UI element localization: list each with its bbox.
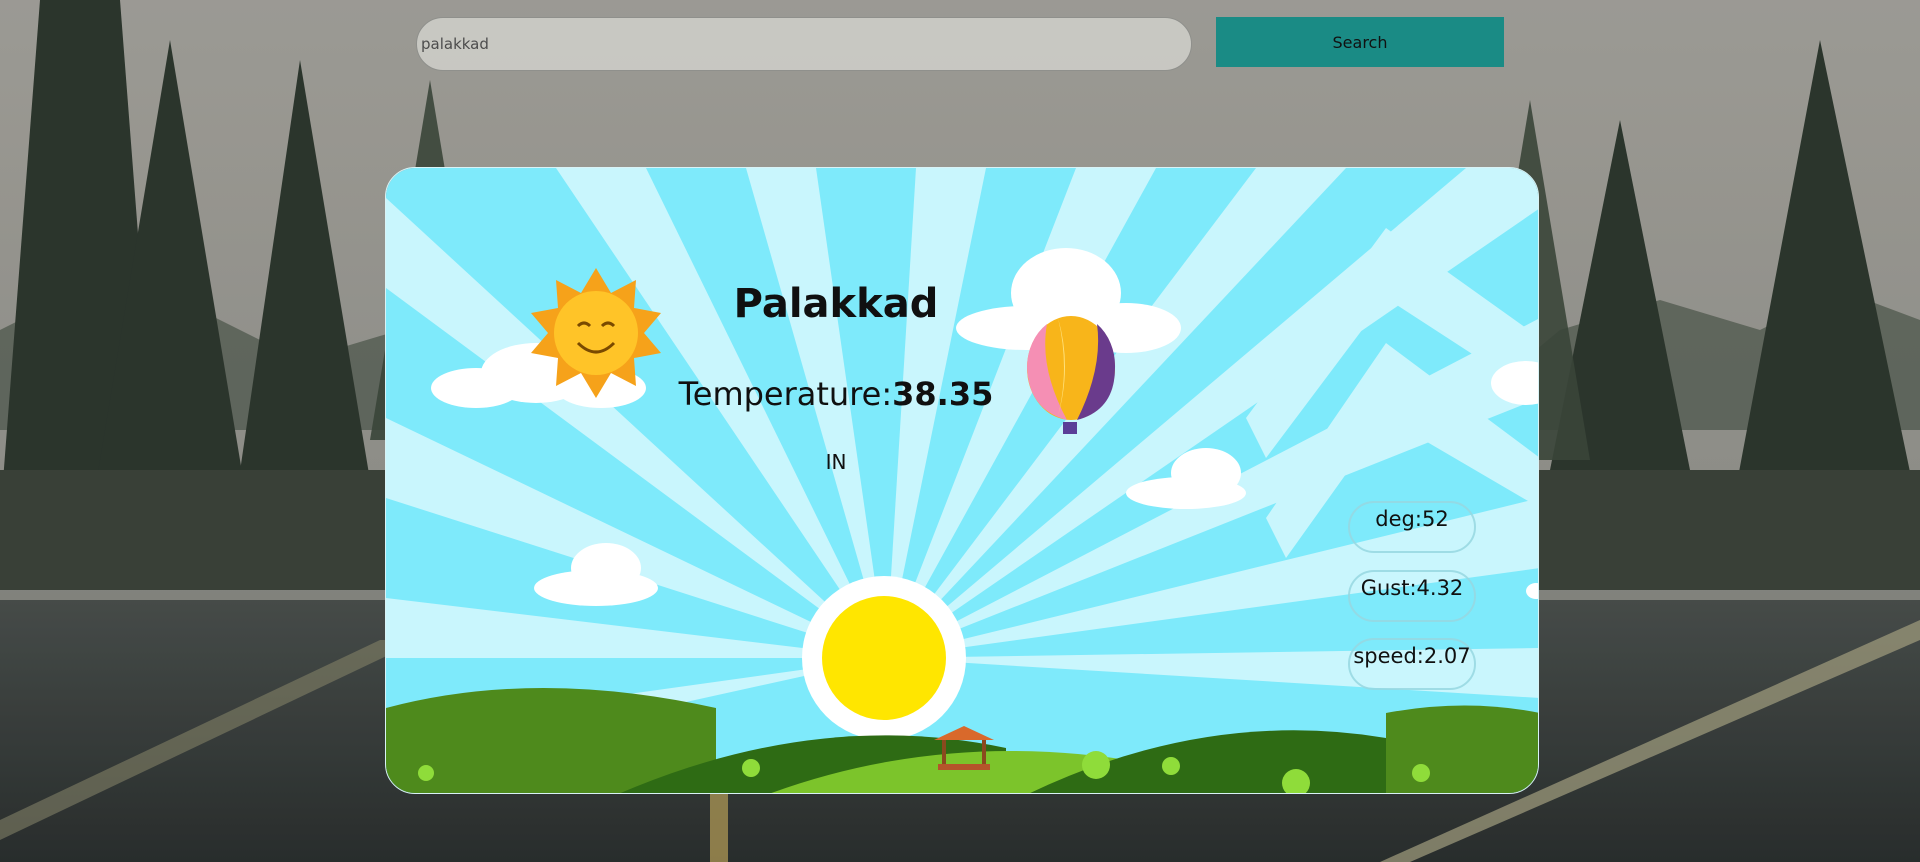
temperature-line: Temperature:38.35 (386, 375, 1286, 413)
wind-gust-badge: Gust:4.32 (1348, 570, 1476, 622)
search-input[interactable] (416, 17, 1192, 71)
temperature-value: 38.35 (892, 375, 994, 413)
city-name: Palakkad (733, 281, 939, 327)
wind-degree-badge: deg:52 (1348, 501, 1476, 553)
temperature-label: Temperature: (678, 375, 893, 413)
country-code: IN (825, 450, 847, 474)
weather-card: Palakkad Temperature:38.35 IN deg:52 Gus… (385, 167, 1539, 794)
search-button[interactable]: Search (1216, 17, 1504, 67)
wind-speed-badge: speed:2.07 (1348, 638, 1476, 690)
card-background-illustration (386, 168, 1538, 793)
